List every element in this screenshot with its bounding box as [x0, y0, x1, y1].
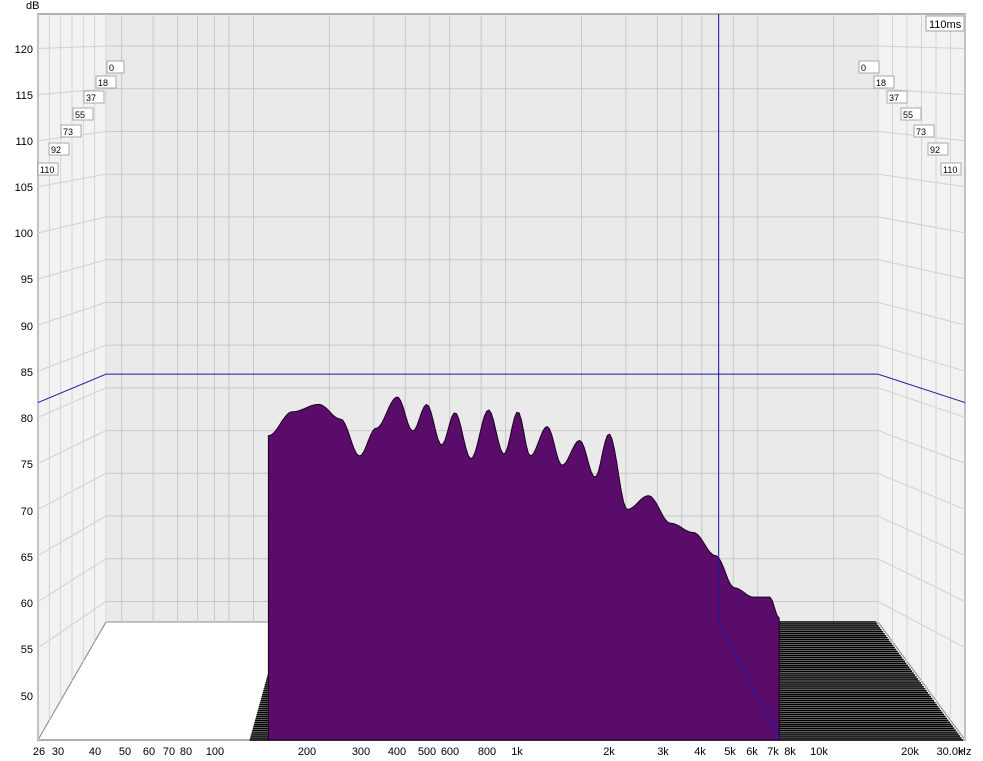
x-tick-label: 800	[478, 746, 496, 758]
x-tick-label: 200	[298, 746, 316, 758]
x-tick-label: 80	[180, 746, 192, 758]
x-tick-label: 4k	[694, 746, 706, 758]
x-tick-label: 40	[89, 746, 101, 758]
y-tick-label: 80	[21, 413, 33, 425]
y-tick-label: 120	[15, 44, 33, 56]
x-tick-label: 26	[33, 746, 45, 758]
x-tick-label: 400	[388, 746, 406, 758]
y-tick-label: 110	[15, 136, 33, 148]
waterfall-chart: dB Hz 110ms 5055606570758085909510010511…	[0, 0, 983, 761]
time-tick-label: 55	[75, 110, 85, 120]
time-tick-label: 55	[903, 110, 913, 120]
time-tick-label: 0	[861, 63, 866, 73]
x-tick-label: 500	[418, 746, 436, 758]
x-tick-label: 1k	[511, 746, 523, 758]
y-tick-label: 100	[15, 228, 33, 240]
x-tick-label: 300	[352, 746, 370, 758]
x-tick-label: 3k	[657, 746, 669, 758]
x-tick-label: 100	[206, 746, 224, 758]
time-tick-label: 37	[86, 93, 96, 103]
y-axis-label: dB	[26, 0, 39, 12]
time-tick-label: 18	[876, 78, 886, 88]
x-tick-label: 6k	[746, 746, 758, 758]
time-tick-label: 110	[40, 165, 54, 175]
time-tick-label: 110	[943, 165, 957, 175]
y-tick-label: 70	[21, 506, 33, 518]
x-tick-label: 70	[163, 746, 175, 758]
x-tick-label: 2k	[603, 746, 615, 758]
x-tick-label: 60	[143, 746, 155, 758]
x-tick-label: 5k	[724, 746, 736, 758]
y-tick-label: 60	[21, 598, 33, 610]
y-tick-label: 65	[21, 552, 33, 564]
x-tick-label: 600	[441, 746, 459, 758]
y-tick-label: 115	[15, 90, 33, 102]
y-tick-label: 85	[21, 367, 33, 379]
time-tick-label: 92	[51, 145, 61, 155]
x-tick-label: 10k	[810, 746, 828, 758]
x-tick-label: 30.0k	[937, 746, 964, 758]
x-tick-label: 8k	[784, 746, 796, 758]
y-tick-label: 55	[21, 644, 33, 656]
y-tick-label: 75	[21, 459, 33, 471]
time-tick-label: 92	[930, 145, 940, 155]
time-tick-label: 0	[109, 63, 114, 73]
x-tick-label: 50	[119, 746, 131, 758]
y-tick-label: 90	[21, 321, 33, 333]
time-readout: 110ms	[929, 19, 962, 31]
time-tick-label: 73	[63, 127, 73, 137]
y-tick-label: 95	[21, 274, 33, 286]
x-tick-label: 7k	[767, 746, 779, 758]
y-tick-label: 50	[21, 691, 33, 703]
time-tick-label: 73	[916, 127, 926, 137]
time-tick-label: 37	[889, 93, 899, 103]
time-tick-label: 18	[98, 78, 108, 88]
x-tick-label: 20k	[901, 746, 919, 758]
y-tick-label: 105	[15, 182, 33, 194]
x-tick-label: 30	[52, 746, 64, 758]
